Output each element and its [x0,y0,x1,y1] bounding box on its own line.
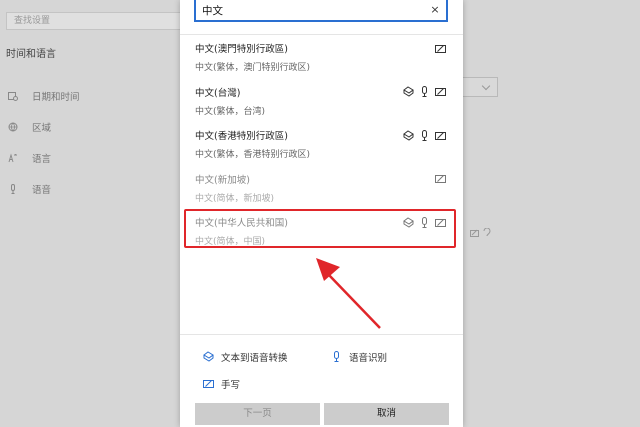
language-subtitle: 中文(简体，中国) [195,237,266,247]
nav-item-language[interactable]: 语言 [6,142,80,173]
section-title: 时间和语言 [6,49,56,60]
handwriting-icon [202,378,214,390]
nav-item-label: 语言 [32,153,52,165]
language-item-zh-tw[interactable]: 中文(台灣) 中文(繁体，台湾) [180,79,463,123]
nav-item-speech[interactable]: 语音 [6,173,80,204]
legend-speech: 语音识别 [330,350,387,364]
language-search-box: × [194,0,448,22]
language-item-zh-mo[interactable]: 中文(澳門特別行政區) 中文(繁体，澳门特别行政区) [180,35,463,79]
add-language-dialog: × 中文(澳門特別行政區) 中文(繁体，澳门特别行政区) 中文(台灣) 中文(繁… [180,0,463,427]
language-search-input[interactable] [202,3,422,18]
language-name: 中文(香港特別行政區) [195,131,288,142]
calendar-clock-icon [6,90,20,102]
microphone-icon [418,129,430,141]
cancel-button[interactable]: 取消 [324,403,449,425]
language-subtitle: 中文(繁体，香港特别行政区) [195,150,311,160]
nav-item-label: 日期和时间 [32,91,80,103]
nav-item-date-time[interactable]: 日期和时间 [6,80,80,111]
text-to-speech-icon [402,129,414,141]
language-name: 中文(台灣) [195,87,241,99]
settings-search-input[interactable]: 查找设置 [6,12,186,30]
legend-handwriting: 手写 [202,377,240,391]
text-to-speech-icon [402,216,414,228]
microphone-icon [418,86,430,98]
feature-icons [402,86,446,98]
feature-legend: 文本到语音转换 语音识别 手写 [202,343,452,397]
globe-icon [6,121,20,133]
language-name: 中文(澳門特別行政區) [195,44,288,55]
legend-label: 文本到语音转换 [221,352,288,364]
background-feature-icons [470,227,492,241]
feature-icons [402,216,446,228]
feature-icons [434,173,446,185]
language-icon [6,152,20,164]
clear-search-icon[interactable]: × [429,4,441,16]
background-dropdown[interactable] [462,77,498,97]
language-subtitle: 中文(繁体，台湾) [195,106,266,117]
handwriting-icon [434,42,446,54]
language-subtitle: 中文(简体，新加坡) [195,193,275,204]
microphone-icon [418,216,430,228]
text-to-speech-icon [402,86,414,98]
nav-item-label: 语音 [32,184,52,196]
text-to-speech-icon [202,351,214,363]
legend-label: 语音识别 [349,352,388,364]
language-item-zh-hk[interactable]: 中文(香港特別行政區) 中文(繁体，香港特别行政区) [180,122,463,166]
language-item-zh-sg[interactable]: 中文(新加坡) 中文(简体，新加坡) [180,166,463,210]
next-button[interactable]: 下一页 [195,403,320,425]
handwriting-icon [434,216,446,228]
language-subtitle: 中文(繁体，澳门特别行政区) [195,63,311,73]
divider [180,334,463,335]
handwriting-icon [434,86,446,98]
handwriting-icon [434,129,446,141]
nav-item-region[interactable]: 区域 [6,111,80,142]
microphone-icon [330,351,342,363]
settings-nav: 日期和时间 区域 语言 语音 [6,80,80,204]
nav-item-label: 区域 [32,122,52,134]
legend-label: 手写 [221,379,241,391]
annotation-arrow-icon [316,258,381,329]
legend-tts: 文本到语音转换 [202,350,330,364]
language-name: 中文(中华人民共和国) [195,218,288,229]
language-item-zh-cn[interactable]: 中文(中华人民共和国) 中文(简体，中国) [180,209,463,253]
language-list: 中文(澳門特別行政區) 中文(繁体，澳门特别行政区) 中文(台灣) 中文(繁体，… [180,35,463,253]
feature-icons [434,42,446,54]
microphone-icon [6,183,20,195]
handwriting-icon [434,173,446,185]
language-name: 中文(新加坡) [195,174,250,186]
feature-icons [402,129,446,141]
